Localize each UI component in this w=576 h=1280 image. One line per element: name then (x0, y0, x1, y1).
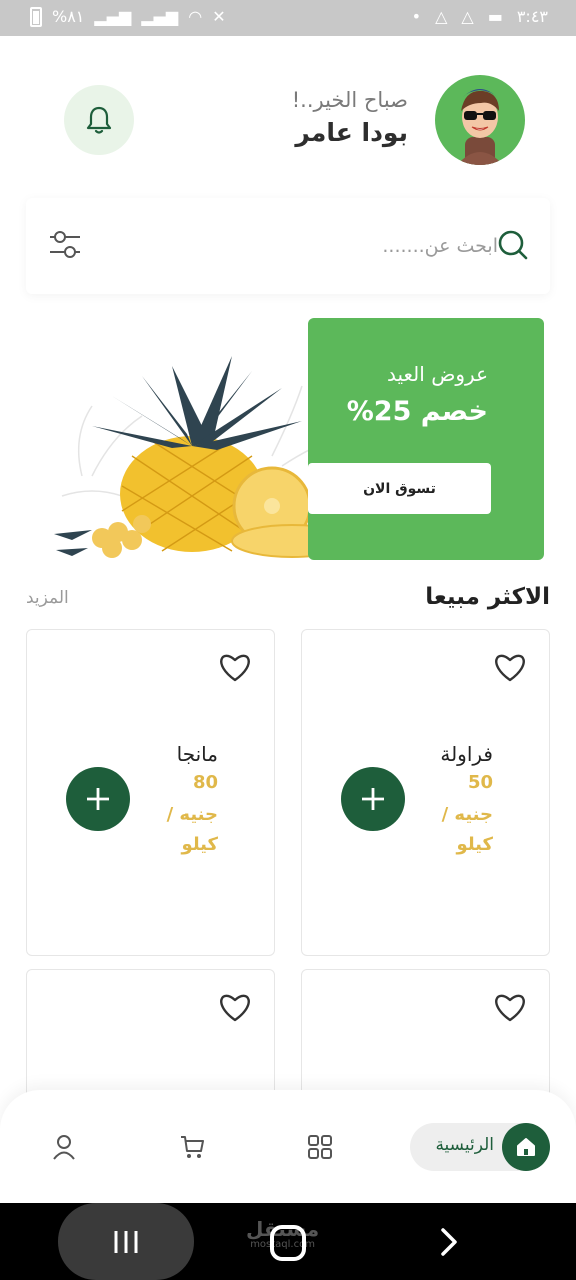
status-bar: %٨١ ▂▄▆ ▂▄▆ ◠ ✕ • △ △ ▬ ٣:٤٣ (0, 0, 576, 36)
product-unit: جنيه / كيلو (166, 804, 218, 855)
back-icon[interactable] (438, 1227, 460, 1257)
product-name: مانجا (176, 742, 218, 766)
profile-icon[interactable] (51, 1134, 77, 1160)
message-icon: ▬ (487, 7, 503, 26)
mute-icon: ✕ (212, 7, 226, 26)
search-bar (26, 198, 550, 294)
heart-icon[interactable] (218, 992, 252, 1022)
nav-home[interactable]: الرئيسية (410, 1123, 550, 1171)
product-price: 80 (192, 772, 218, 793)
wifi-icon: ◠ (188, 7, 203, 26)
product-price: 50 (467, 772, 493, 793)
notification-icon-2: △ (461, 7, 474, 26)
dot-icon: • (411, 7, 422, 26)
clock-time: ٣:٤٣ (516, 7, 548, 26)
recent-apps-icon (114, 1230, 138, 1253)
signal-icon: ▂▄▆ (94, 7, 132, 26)
search-icon[interactable] (496, 228, 530, 262)
banner-panel: عروض العيد خصم 25% (308, 318, 544, 560)
product-name: فراولة (440, 742, 493, 766)
plus-icon (87, 788, 109, 810)
plus-icon (362, 788, 384, 810)
heart-icon[interactable] (218, 652, 252, 682)
more-link[interactable]: المزيد (26, 588, 69, 608)
bell-icon (86, 106, 112, 134)
search-input[interactable] (106, 226, 498, 266)
cart-icon[interactable] (179, 1134, 205, 1160)
product-unit: جنيه / كيلو (441, 804, 493, 855)
home-icon (502, 1123, 550, 1171)
filter-icon[interactable] (48, 228, 82, 262)
signal-icon-2: ▂▄▆ (141, 7, 179, 26)
product-card[interactable]: فراولة 50 جنيه / كيلو (301, 629, 550, 956)
categories-icon[interactable] (307, 1134, 333, 1160)
heart-icon[interactable] (493, 992, 527, 1022)
section-title: الاكثر مبيعا (425, 584, 550, 610)
add-to-cart-button[interactable] (341, 767, 405, 831)
greeting-text: صباح الخير..! (291, 88, 408, 112)
shop-now-button[interactable]: تسوق الان (308, 463, 491, 514)
nav-home-label: الرئيسية (435, 1135, 494, 1155)
user-name: بودا عامر (295, 118, 408, 147)
recent-apps-button[interactable] (58, 1203, 194, 1280)
heart-icon[interactable] (493, 652, 527, 682)
home-button[interactable] (270, 1225, 306, 1261)
add-to-cart-button[interactable] (66, 767, 130, 831)
banner-discount: خصم 25% (346, 396, 488, 427)
product-card[interactable]: مانجا 80 جنيه / كيلو (26, 629, 275, 956)
banner-title: عروض العيد (387, 362, 488, 386)
promo-banner[interactable]: عروض العيد خصم 25% تسوق الان (52, 318, 544, 560)
avatar-illustration (457, 89, 503, 165)
avatar[interactable] (435, 75, 525, 165)
battery-icon (30, 7, 42, 27)
system-navigation-bar: مستقل mostaql.com (0, 1203, 576, 1280)
greeting-block: صباح الخير..! بودا عامر (292, 88, 408, 147)
battery-percent: %٨١ (52, 7, 85, 26)
notifications-button[interactable] (64, 85, 134, 155)
status-left: %٨١ ▂▄▆ ▂▄▆ ◠ ✕ (30, 7, 226, 27)
notification-icon: △ (435, 7, 448, 26)
status-right: • △ △ ▬ ٣:٤٣ (412, 7, 548, 27)
bottom-navigation: الرئيسية (0, 1090, 576, 1203)
